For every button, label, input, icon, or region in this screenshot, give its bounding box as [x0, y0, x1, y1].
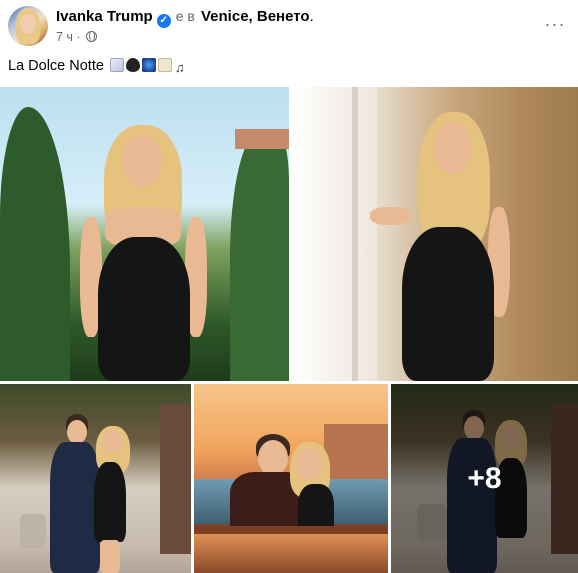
location-period: . [309, 8, 314, 25]
author-name[interactable]: Ivanka Trump [56, 8, 153, 25]
location-link[interactable]: Venice, Венето [201, 8, 310, 25]
black-heart-emoji-icon [125, 58, 140, 72]
author-avatar[interactable] [8, 6, 48, 46]
post-photo-4[interactable] [194, 384, 388, 573]
post-photo-2[interactable] [292, 87, 578, 381]
post-header: Ivanka Trump ✓ е в Venice, Венето. 7 ч · ·… [0, 0, 578, 56]
post-timestamp[interactable]: 7 ч · [56, 30, 81, 44]
night-sky-emoji-icon [141, 58, 156, 72]
location-connector: е в [175, 8, 195, 24]
envelope-emoji-icon [109, 58, 124, 72]
globe-icon [86, 31, 98, 42]
more-photos-count[interactable]: +8 [391, 384, 578, 573]
post-meta: 7 ч · [56, 30, 98, 44]
caption-text: La Dolce Notte [8, 58, 104, 74]
post-photo-3[interactable] [0, 384, 191, 573]
post-photo-5-more[interactable]: +8 [391, 384, 578, 573]
more-options-button[interactable]: ··· [540, 10, 570, 40]
verified-badge-icon: ✓ [156, 14, 171, 28]
post-photo-1[interactable] [0, 87, 289, 381]
post-caption: La Dolce Notte ♫ [8, 58, 185, 75]
musical-notes-emoji-icon: ♫ [174, 60, 185, 75]
scroll-emoji-icon [157, 58, 172, 72]
author-line: Ivanka Trump ✓ е в Venice, Венето. [56, 8, 314, 28]
